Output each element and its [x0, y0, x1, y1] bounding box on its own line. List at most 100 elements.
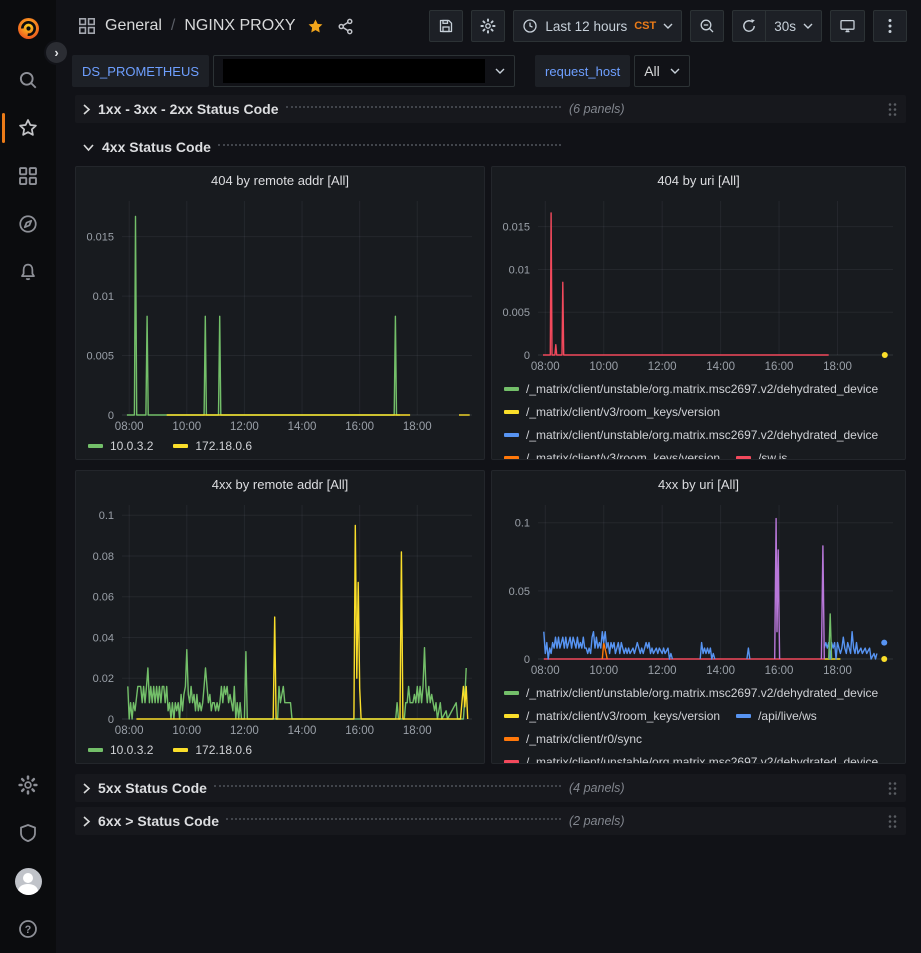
- sidebar-item-explore[interactable]: [0, 200, 56, 248]
- legend-label[interactable]: 10.0.3.2: [110, 743, 153, 757]
- cycle-view-mode-button[interactable]: [830, 10, 865, 42]
- legend-item[interactable]: /_matrix/client/unstable/org.matrix.msc2…: [504, 423, 878, 446]
- breadcrumb-dashboard-link[interactable]: NGINX PROXY: [184, 17, 295, 35]
- chevron-down-icon: [670, 68, 680, 74]
- row-drag-handle[interactable]: [887, 781, 898, 796]
- panel-legend: 10.0.3.2 172.18.0.6: [76, 739, 484, 763]
- legend-label[interactable]: /api/live/ws: [758, 709, 817, 723]
- svg-text:18:00: 18:00: [823, 665, 852, 677]
- legend-item[interactable]: /_matrix/client/v3/room_keys/version: [504, 400, 720, 423]
- variable-label-ds-prometheus: DS_PROMETHEUS: [72, 55, 209, 87]
- sidebar-item-starred[interactable]: [0, 104, 56, 152]
- legend-label[interactable]: /_matrix/client/unstable/org.matrix.msc2…: [526, 755, 878, 764]
- legend-label[interactable]: 10.0.3.2: [110, 439, 153, 453]
- series-color-swatch: [173, 444, 188, 448]
- legend-label[interactable]: /_matrix/client/unstable/org.matrix.msc2…: [526, 428, 878, 442]
- variable-value-text: All: [644, 63, 660, 79]
- sidebar-item-profile[interactable]: [0, 857, 56, 905]
- sidebar-item-configuration[interactable]: [0, 761, 56, 809]
- series-color-swatch: [504, 714, 519, 718]
- redacted-variable-value: [223, 59, 485, 83]
- row-drag-handle[interactable]: [887, 102, 898, 117]
- legend-item[interactable]: 10.0.3.2: [88, 739, 153, 762]
- panel-title[interactable]: 4xx by uri [All]: [492, 471, 905, 497]
- time-range-picker[interactable]: Last 12 hours CST: [513, 10, 682, 42]
- zoom-out-icon: [699, 18, 715, 34]
- dashboard-row-1xx[interactable]: 1xx - 3xx - 2xx Status Code (6 panels): [75, 95, 906, 123]
- star-icon: [18, 118, 38, 138]
- panel-legend: 10.0.3.2 172.18.0.6: [76, 435, 484, 459]
- sidebar-item-server-admin[interactable]: [0, 809, 56, 857]
- row-panel-count: (6 panels): [569, 102, 625, 116]
- series-color-swatch: [504, 410, 519, 414]
- refresh-interval-select[interactable]: 30s: [766, 10, 822, 42]
- legend-item[interactable]: /api/live/ws: [736, 704, 817, 727]
- chart-canvas[interactable]: 08:0010:0012:0014:0016:0018:0000.020.040…: [76, 497, 484, 739]
- sidebar-item-search[interactable]: [0, 56, 56, 104]
- star-dashboard-button[interactable]: [305, 16, 326, 37]
- save-dashboard-button[interactable]: [429, 10, 463, 42]
- legend-item[interactable]: /sw.js: [736, 446, 787, 459]
- legend-label[interactable]: /_matrix/client/v3/room_keys/version: [526, 451, 720, 460]
- chart-area[interactable]: 08:0010:0012:0014:0016:0018:0000.0050.01…: [76, 193, 484, 435]
- chevron-down-icon: [663, 23, 673, 29]
- svg-text:?: ?: [25, 924, 31, 936]
- share-dashboard-button[interactable]: [335, 16, 356, 37]
- svg-text:0.005: 0.005: [86, 351, 114, 363]
- panel-title[interactable]: 404 by remote addr [All]: [76, 167, 484, 193]
- shield-icon: [18, 823, 38, 843]
- legend-label[interactable]: /sw.js: [758, 451, 787, 460]
- sidebar-item-alerting[interactable]: [0, 248, 56, 296]
- row-dotted-leader: [226, 818, 561, 820]
- variable-value-request-host[interactable]: All: [634, 55, 690, 87]
- legend-label[interactable]: 172.18.0.6: [195, 439, 252, 453]
- legend-item[interactable]: /_matrix/client/unstable/org.matrix.msc2…: [504, 377, 878, 400]
- legend-item[interactable]: /_matrix/client/unstable/org.matrix.msc2…: [504, 750, 878, 763]
- legend-label[interactable]: /_matrix/client/v3/room_keys/version: [526, 405, 720, 419]
- series-color-swatch: [504, 433, 519, 437]
- chart-area[interactable]: 08:0010:0012:0014:0016:0018:0000.050.1: [492, 497, 905, 679]
- svg-text:0.01: 0.01: [93, 291, 114, 303]
- chart-canvas[interactable]: 08:0010:0012:0014:0016:0018:0000.0050.01…: [76, 193, 484, 435]
- svg-text:08:00: 08:00: [115, 421, 144, 433]
- series-color-swatch: [504, 387, 519, 391]
- svg-text:0.01: 0.01: [509, 264, 530, 276]
- series-color-swatch: [504, 737, 519, 741]
- chart-canvas[interactable]: 08:0010:0012:0014:0016:0018:0000.0050.01…: [492, 193, 905, 375]
- sidebar-expand-button[interactable]: ›: [44, 40, 69, 65]
- legend-label[interactable]: /_matrix/client/r0/sync: [526, 732, 642, 746]
- legend-item[interactable]: /_matrix/client/v3/room_keys/version: [504, 446, 720, 459]
- chart-canvas[interactable]: 08:0010:0012:0014:0016:0018:0000.050.1: [492, 497, 905, 679]
- legend-item[interactable]: 172.18.0.6: [173, 435, 252, 458]
- legend-label[interactable]: /_matrix/client/unstable/org.matrix.msc2…: [526, 382, 878, 396]
- sidebar-item-dashboards[interactable]: [0, 152, 56, 200]
- variable-value-ds-prometheus[interactable]: [213, 55, 515, 87]
- dashboard-row-6xx[interactable]: 6xx > Status Code (2 panels): [75, 807, 906, 835]
- refresh-button[interactable]: [732, 10, 766, 42]
- legend-item[interactable]: 172.18.0.6: [173, 739, 252, 762]
- legend-label[interactable]: /_matrix/client/unstable/org.matrix.msc2…: [526, 686, 878, 700]
- variables-submenu: DS_PROMETHEUS request_host All: [56, 52, 921, 90]
- row-drag-handle[interactable]: [887, 814, 898, 829]
- svg-text:08:00: 08:00: [531, 361, 560, 373]
- legend-item[interactable]: /_matrix/client/v3/room_keys/version: [504, 704, 720, 727]
- dashboard-settings-button[interactable]: [471, 10, 505, 42]
- svg-text:18:00: 18:00: [403, 421, 432, 433]
- chevron-right-icon: [82, 815, 91, 828]
- sidebar-item-help[interactable]: ?: [0, 905, 56, 953]
- panel-title[interactable]: 404 by uri [All]: [492, 167, 905, 193]
- kebab-menu-button[interactable]: [873, 10, 907, 42]
- panel-title[interactable]: 4xx by remote addr [All]: [76, 471, 484, 497]
- dashboard-row-4xx[interactable]: 4xx Status Code: [75, 133, 906, 161]
- chart-area[interactable]: 08:0010:0012:0014:0016:0018:0000.0050.01…: [492, 193, 905, 375]
- legend-label[interactable]: /_matrix/client/v3/room_keys/version: [526, 709, 720, 723]
- legend-item[interactable]: /_matrix/client/unstable/org.matrix.msc2…: [504, 681, 878, 704]
- dashboard-row-5xx[interactable]: 5xx Status Code (4 panels): [75, 774, 906, 802]
- breadcrumb-folder-link[interactable]: General: [105, 17, 162, 35]
- panel-legend: /_matrix/client/unstable/org.matrix.msc2…: [492, 679, 905, 763]
- zoom-out-button[interactable]: [690, 10, 724, 42]
- legend-item[interactable]: /_matrix/client/r0/sync: [504, 727, 642, 750]
- legend-item[interactable]: 10.0.3.2: [88, 435, 153, 458]
- legend-label[interactable]: 172.18.0.6: [195, 743, 252, 757]
- chart-area[interactable]: 08:0010:0012:0014:0016:0018:0000.020.040…: [76, 497, 484, 739]
